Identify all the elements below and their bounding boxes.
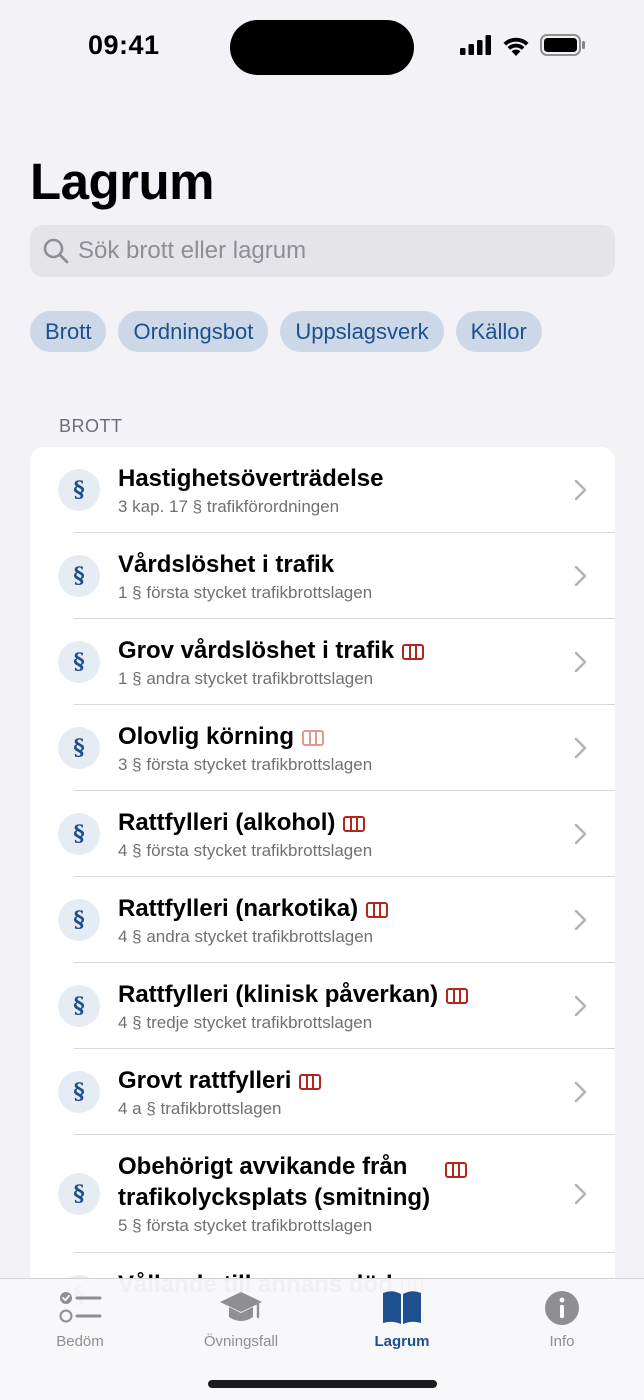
row-title: Rattfylleri (narkotika) (118, 895, 359, 922)
chevron-right-icon (574, 1081, 587, 1103)
wifi-icon (503, 37, 529, 56)
tab-label: Bedöm (56, 1333, 104, 1350)
row-title: Grov vårdslöshet i trafik (118, 637, 395, 664)
row-text: Obehörigt avvikande från trafikolyckspla… (118, 1151, 448, 1236)
search-bar[interactable] (30, 225, 615, 277)
row-text: Rattfylleri (alkohol) 4 § första stycket… (118, 807, 538, 861)
row-subtitle: 5 § första stycket trafikbrottslagen (118, 1216, 373, 1235)
row-subtitle: 4 § andra stycket trafikbrottslagen (118, 927, 374, 946)
list-item[interactable]: § Grovt rattfylleri 4 a § trafikbrottsla… (30, 1049, 615, 1135)
prison-bars-icon (446, 987, 469, 1004)
paragraph-icon: § (58, 469, 100, 511)
row-title: Rattfylleri (alkohol) (118, 809, 336, 836)
row-text: Hastighetsöverträdelse 3 kap. 17 § trafi… (118, 463, 538, 517)
checklist-icon (59, 1292, 102, 1323)
search-input[interactable] (78, 237, 598, 265)
row-subtitle: 1 § första stycket trafikbrottslagen (118, 583, 373, 602)
paragraph-icon: § (58, 1173, 100, 1215)
list-item[interactable]: § Rattfylleri (klinisk påverkan) 4 § tre… (30, 963, 615, 1049)
row-subtitle: 4 § första stycket trafikbrottslagen (118, 841, 373, 860)
paragraph-icon: § (58, 727, 100, 769)
row-title: Hastighetsöverträdelse (118, 465, 384, 492)
list-item[interactable]: § Hastighetsöverträdelse 3 kap. 17 § tra… (30, 447, 615, 533)
chevron-right-icon (574, 565, 587, 587)
prison-bars-icon (402, 643, 425, 660)
tab-bedom[interactable]: Bedöm (20, 1287, 140, 1350)
chevron-right-icon (574, 823, 587, 845)
chip-uppslagsverk[interactable]: Uppslagsverk (280, 311, 444, 352)
tab-lagrum[interactable]: Lagrum (342, 1287, 462, 1350)
chevron-right-icon (574, 909, 587, 931)
list-item[interactable]: § Vårdslöshet i trafik 1 § första stycke… (30, 533, 615, 619)
row-title: Olovlig körning (118, 723, 295, 750)
prison-bars-icon (366, 901, 389, 918)
status-icons (460, 34, 586, 56)
chip-ordningsbot[interactable]: Ordningsbot (118, 311, 269, 352)
search-icon (43, 238, 69, 264)
row-text: Grov vårdslöshet i trafik 1 § andra styc… (118, 635, 538, 689)
row-title: Vårdslöshet i trafik (118, 551, 335, 578)
dynamic-island (230, 20, 414, 75)
paragraph-icon: § (58, 641, 100, 683)
screen: 09:41 Lagrum Sök brott eller lagrum Brot… (0, 0, 644, 1400)
prison-bars-icon (343, 815, 366, 832)
row-text: Rattfylleri (klinisk påverkan) 4 § tredj… (118, 979, 538, 1033)
row-title: Rattfylleri (klinisk påverkan) (118, 981, 439, 1008)
tab-info[interactable]: Info (502, 1287, 622, 1350)
row-text: Grovt rattfylleri 4 a § trafikbrottslage… (118, 1065, 538, 1119)
chip-kallor[interactable]: Källor (455, 311, 542, 352)
filter-chips: Brott Ordningsbot Uppslagsverk Källor (30, 311, 542, 352)
tab-label: Lagrum (374, 1333, 430, 1350)
list-item[interactable]: § Rattfylleri (alkohol) 4 § första styck… (30, 791, 615, 877)
row-title: Obehörigt avvikande från trafikolyckspla… (118, 1153, 431, 1211)
info-icon (545, 1291, 579, 1325)
list-item[interactable]: § Rattfylleri (narkotika) 4 § andra styc… (30, 877, 615, 963)
chevron-right-icon (574, 651, 587, 673)
cellular-signal-icon (460, 35, 491, 55)
chip-brott[interactable]: Brott (30, 311, 107, 352)
row-subtitle: 4 a § trafikbrottslagen (118, 1099, 282, 1118)
tab-label: Info (549, 1333, 575, 1350)
home-indicator (208, 1380, 437, 1388)
graduation-cap-icon (220, 1292, 262, 1321)
chevron-right-icon (574, 737, 587, 759)
status-time: 09:41 (88, 30, 160, 60)
prison-bars-icon (299, 1073, 322, 1090)
chevron-right-icon (574, 1183, 587, 1205)
chevron-right-icon (574, 479, 587, 501)
book-icon (383, 1291, 421, 1324)
row-subtitle: 1 § andra stycket trafikbrottslagen (118, 669, 374, 688)
row-title: Grovt rattfylleri (118, 1067, 292, 1094)
list-item[interactable]: § Olovlig körning 3 § första stycket tra… (30, 705, 615, 791)
paragraph-icon: § (58, 985, 100, 1027)
tab-label: Övningsfall (203, 1333, 279, 1350)
row-subtitle: 4 § tredje stycket trafikbrottslagen (118, 1013, 373, 1032)
row-text: Olovlig körning 3 § första stycket trafi… (118, 721, 538, 775)
list-item[interactable]: § Grov vårdslöshet i trafik 1 § andra st… (30, 619, 615, 705)
tab-ovningsfall[interactable]: Övningsfall (181, 1287, 301, 1350)
battery-icon (540, 34, 585, 56)
paragraph-icon: § (58, 555, 100, 597)
row-text: Vårdslöshet i trafik 1 § första stycket … (118, 549, 538, 603)
paragraph-icon: § (58, 1071, 100, 1113)
list-item[interactable]: § Obehörigt avvikande från trafikolycksp… (30, 1135, 615, 1253)
paragraph-icon: § (58, 899, 100, 941)
chevron-right-icon (574, 995, 587, 1017)
prison-bars-icon (302, 729, 325, 746)
crime-list: § Hastighetsöverträdelse 3 kap. 17 § tra… (30, 447, 615, 1347)
section-header: BROTT (59, 416, 123, 436)
row-subtitle: 3 § första stycket trafikbrottslagen (118, 755, 373, 774)
status-bar: 09:41 (0, 0, 644, 96)
row-text: Rattfylleri (narkotika) 4 § andra stycke… (118, 893, 538, 947)
row-subtitle: 3 kap. 17 § trafikförordningen (118, 497, 340, 516)
page-title: Lagrum (30, 153, 215, 210)
prison-bars-icon (445, 1162, 467, 1178)
paragraph-icon: § (58, 813, 100, 855)
